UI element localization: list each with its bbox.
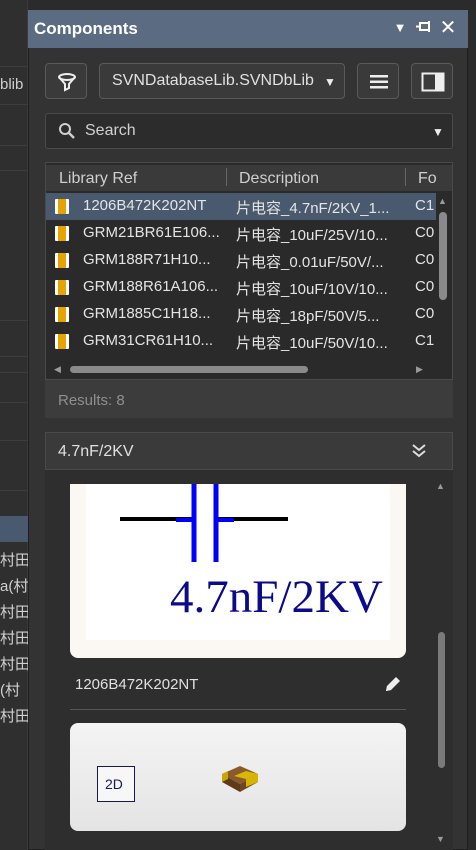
pin-icon[interactable] — [414, 18, 434, 38]
background-text: 村田 — [0, 708, 31, 725]
close-icon[interactable]: ✕ — [438, 18, 458, 38]
scroll-up-icon[interactable]: ▲ — [438, 196, 447, 206]
background-text: 村田 — [0, 656, 31, 673]
column-header-library-ref[interactable]: Library Ref — [59, 170, 137, 188]
chip-component-icon — [55, 307, 69, 322]
chevron-down-icon: ▼ — [324, 75, 336, 89]
chip-3d-model-icon — [222, 766, 258, 792]
cell-library-ref: GRM1885C1H18... — [83, 305, 211, 322]
background-text: (村 — [0, 682, 20, 699]
split-panel-icon — [421, 72, 445, 92]
cell-footprint: C0 — [415, 224, 435, 241]
search-icon — [59, 123, 75, 139]
cell-footprint: C1 — [415, 197, 435, 214]
divider — [70, 709, 406, 710]
scroll-right-icon[interactable]: ▶ — [416, 364, 423, 375]
edit-pencil-icon[interactable] — [383, 674, 403, 694]
cell-library-ref: 1206B472K202NT — [83, 197, 207, 214]
column-header-footprint[interactable]: Fo — [418, 170, 436, 188]
scroll-down-icon[interactable]: ▼ — [436, 834, 445, 844]
cell-description: 片电容_10uF/50V/10... — [236, 335, 388, 352]
view-mode-2d-label: 2D — [105, 776, 123, 792]
table-row[interactable]: GRM188R61A106... 片电容_10uF/10V/10... C0 — [46, 274, 436, 301]
cell-footprint: C0 — [415, 251, 435, 268]
library-select-value: SVNDatabaseLib.SVNDbLib — [112, 72, 314, 89]
chevron-down-icon[interactable]: ▼ — [432, 125, 444, 139]
cell-library-ref: GRM188R71H10... — [83, 251, 211, 268]
cell-footprint: C1 — [415, 332, 435, 349]
menu-button[interactable] — [357, 63, 399, 99]
table-vertical-scroll-thumb[interactable] — [439, 212, 447, 300]
table-horizontal-scroll-thumb[interactable] — [70, 366, 308, 373]
column-header-description[interactable]: Description — [239, 170, 319, 188]
scroll-left-icon[interactable]: ◀ — [54, 364, 61, 375]
cell-description: 片电容_4.7nF/2KV_1... — [236, 200, 390, 217]
cell-description: 片电容_18pF/50V/5... — [236, 308, 380, 325]
hamburger-icon — [370, 75, 388, 89]
schematic-value-label: 4.7nF/2KV — [170, 571, 383, 623]
chip-component-icon — [55, 253, 69, 268]
dropdown-arrow-icon[interactable]: ▼ — [390, 18, 410, 38]
table-row[interactable]: GRM1885C1H18... 片电容_18pF/50V/5... C0 — [46, 301, 436, 328]
component-name: 1206B472K202NT — [75, 676, 199, 693]
table-row[interactable]: GRM31CR61H10... 片电容_10uF/50V/10... C1 — [46, 328, 436, 357]
collapse-chevrons-icon[interactable] — [410, 443, 428, 459]
background-text: a(村 — [0, 578, 29, 595]
cell-footprint: C0 — [415, 278, 435, 295]
chip-component-icon — [55, 199, 69, 214]
scroll-up-icon[interactable]: ▲ — [436, 481, 445, 491]
background-text: 村田 — [0, 552, 31, 569]
filter-button[interactable] — [45, 63, 87, 99]
table-row[interactable]: 1206B472K202NT 片电容_4.7nF/2KV_1... C1 — [46, 193, 436, 220]
filter-icon — [58, 73, 76, 92]
panel-title: Components — [34, 19, 138, 38]
chip-component-icon — [55, 280, 69, 295]
capacitor-symbol — [120, 484, 288, 562]
toggle-preview-button[interactable] — [411, 63, 453, 99]
background-text: blib — [0, 76, 24, 93]
preview-title: 4.7nF/2KV — [58, 443, 134, 460]
chip-component-icon — [55, 334, 69, 349]
results-count: Results: 8 — [58, 392, 125, 409]
cell-library-ref: GRM188R61A106... — [83, 278, 219, 295]
cell-library-ref: GRM21BR61E106... — [83, 224, 220, 241]
background-app: blib 村田 a(村 村田 村田) 村田 (村 村田 — [0, 0, 35, 850]
preview-scroll-thumb[interactable] — [438, 632, 445, 768]
table-row[interactable]: GRM21BR61E106... 片电容_10uF/25V/10... C0 — [46, 220, 436, 247]
cell-footprint: C0 — [415, 305, 435, 322]
cell-description: 片电容_10uF/10V/10... — [236, 281, 388, 298]
chip-component-icon — [55, 226, 69, 241]
cell-description: 片电容_10uF/25V/10... — [236, 227, 388, 244]
background-text: 村田 — [0, 604, 31, 621]
cell-library-ref: GRM31CR61H10... — [83, 332, 214, 349]
cell-description: 片电容_0.01uF/50V/... — [236, 254, 384, 271]
table-row[interactable]: GRM188R71H10... 片电容_0.01uF/50V/... C0 — [46, 247, 436, 274]
search-placeholder: Search — [85, 122, 136, 139]
